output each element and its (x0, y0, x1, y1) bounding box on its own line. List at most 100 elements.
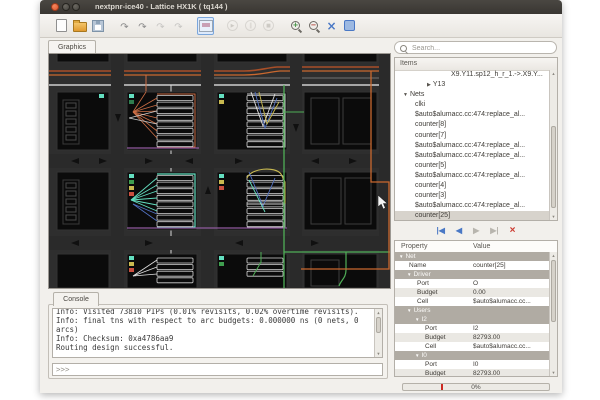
console-scrollbar[interactable]: ▲ ▼ (374, 309, 382, 357)
assign-budget-icon (138, 17, 146, 35)
minimize-button[interactable] (62, 3, 70, 11)
titlebar[interactable]: nextpnr-ice40 - Lattice HX1K ( tq144 ) (40, 0, 562, 14)
item-label: X9.Y11.sp12_h_r_1.->.X9.Y... (451, 71, 543, 78)
property-row[interactable]: Cell$auto$alumacc.cc... (395, 342, 549, 351)
item-label: Nets (410, 91, 424, 98)
new-file-icon (56, 19, 67, 32)
property-row[interactable]: Budget82793.00 (395, 333, 549, 342)
pack-button[interactable] (116, 17, 133, 35)
item-label: clki (415, 101, 425, 108)
property-panel: Property Value ▼NetNamecounter[25]▼Drive… (394, 240, 558, 377)
scroll-up-icon[interactable]: ▲ (375, 309, 382, 316)
property-value: $auto$alumacc.cc... (473, 297, 547, 306)
items-tree-row[interactable]: $auto$alumacc.cc:474:replace_al... (395, 201, 549, 211)
expand-arrow-icon[interactable]: ▼ (407, 308, 411, 313)
property-scrollbar[interactable]: ▲ ▼ (549, 252, 557, 376)
items-tree-row[interactable]: $auto$alumacc.cc:474:replace_al... (395, 141, 549, 151)
stop-icon (263, 20, 274, 31)
group-label: I0 (421, 352, 426, 359)
fpga-canvas[interactable] (48, 53, 391, 289)
items-tree-row[interactable]: $auto$alumacc.cc:474:replace_al... (395, 110, 549, 120)
items-tree-row[interactable]: counter[5] (395, 161, 549, 171)
clear-selection-button[interactable]: × (510, 224, 516, 237)
close-button[interactable] (51, 3, 59, 11)
item-label: counter[7] (415, 132, 446, 139)
screenshot-icon (199, 20, 213, 32)
property-row[interactable]: PortI2 (395, 324, 549, 333)
place-button (152, 17, 169, 35)
item-label: counter[25] (415, 212, 450, 219)
scroll-down-icon[interactable]: ▼ (550, 369, 557, 376)
items-tree-row[interactable]: $auto$alumacc.cc:474:replace_al... (395, 151, 549, 161)
property-group-row[interactable]: ▼Driver (395, 270, 549, 279)
zoom-outbound-icon (344, 20, 355, 31)
items-tree-row[interactable]: ▼Nets (395, 90, 549, 100)
route-icon (174, 17, 182, 35)
items-tree-row[interactable]: counter[25] (395, 211, 549, 220)
assign-budget-button[interactable] (134, 17, 151, 35)
items-tree-row[interactable]: counter[3] (395, 191, 549, 201)
first-item-button[interactable]: |◀ (437, 224, 445, 237)
items-tree-row[interactable]: ▶Y13 (395, 80, 549, 90)
item-label: counter[8] (415, 121, 446, 128)
item-label: $auto$alumacc.cc:474:replace_al... (415, 172, 525, 179)
prev-item-button[interactable]: ◀ (456, 224, 462, 237)
tab-graphics[interactable]: Graphics (48, 40, 96, 54)
zoom-out-button[interactable] (305, 17, 322, 35)
zoom-in-button[interactable] (287, 17, 304, 35)
open-icon (73, 22, 87, 32)
open-button[interactable] (71, 17, 88, 35)
items-tree-row[interactable]: counter[7] (395, 131, 549, 141)
item-label: counter[3] (415, 192, 446, 199)
expand-arrow-icon[interactable]: ▼ (415, 353, 419, 358)
main-window: nextpnr-ice40 - Lattice HX1K ( tq144 ) G… (40, 0, 562, 393)
property-row[interactable]: Cell$auto$alumacc.cc... (395, 297, 549, 306)
property-group-row[interactable]: ▼Users (395, 306, 549, 315)
collapse-arrow-icon[interactable]: ▶ (427, 82, 431, 88)
items-scrollbar[interactable]: ▲ ▼ (549, 70, 557, 220)
property-row[interactable]: Budget82793.00 (395, 369, 549, 376)
scroll-up-icon[interactable]: ▲ (550, 252, 557, 259)
play-icon (227, 20, 238, 31)
new-file-button[interactable] (53, 17, 70, 35)
property-table[interactable]: ▼NetNamecounter[25]▼DriverPortOBudget0.0… (395, 252, 549, 376)
zoom-outbound-button[interactable] (341, 17, 358, 35)
expand-arrow-icon[interactable]: ▼ (399, 254, 403, 259)
expand-arrow-icon[interactable]: ▼ (403, 92, 408, 98)
expand-arrow-icon[interactable]: ▼ (415, 317, 419, 322)
property-group-row[interactable]: ▼Net (395, 252, 549, 261)
items-tree-row[interactable]: counter[4] (395, 181, 549, 191)
items-tree[interactable]: X9.Y11.sp12_h_r_1.->.X9.Y...▶Y13▼Netsclk… (395, 70, 549, 220)
property-group-row[interactable]: ▼I0 (395, 351, 549, 360)
group-label: I2 (421, 316, 426, 323)
items-tree-row[interactable]: counter[8] (395, 120, 549, 130)
value-column-label: Value (473, 241, 490, 252)
maximize-button[interactable] (72, 3, 80, 11)
property-row[interactable]: PortI0 (395, 360, 549, 369)
property-row[interactable]: Namecounter[25] (395, 261, 549, 270)
next-item-button[interactable]: ▶ (473, 224, 479, 237)
console-log[interactable]: Info: Visited 73810 PIPs (0.01% revisits… (52, 308, 383, 358)
property-column-label: Property (401, 241, 427, 252)
expand-arrow-icon[interactable]: ▼ (407, 272, 411, 277)
scroll-up-icon[interactable]: ▲ (550, 70, 557, 77)
toolbar (40, 14, 562, 38)
save-button[interactable] (89, 17, 106, 35)
property-group-row[interactable]: ▼I2 (395, 315, 549, 324)
play-button (224, 17, 241, 35)
items-tree-row[interactable]: X9.Y11.sp12_h_r_1.->.X9.Y... (395, 70, 549, 80)
scroll-down-icon[interactable]: ▼ (550, 213, 557, 220)
console-prompt-input[interactable]: >>> (52, 363, 383, 376)
items-tree-row[interactable]: clki (395, 100, 549, 110)
search-input[interactable] (410, 42, 554, 55)
last-item-button[interactable]: ▶| (490, 224, 498, 237)
scroll-down-icon[interactable]: ▼ (375, 350, 382, 357)
screenshot-button[interactable] (197, 17, 214, 35)
item-label: $auto$alumacc.cc:474:replace_al... (415, 142, 525, 149)
property-row[interactable]: PortO (395, 279, 549, 288)
tab-console[interactable]: Console (53, 292, 99, 306)
property-row[interactable]: Budget0.00 (395, 288, 549, 297)
property-value: counter[25] (473, 261, 547, 270)
zoom-selection-button[interactable] (323, 17, 340, 35)
items-tree-row[interactable]: $auto$alumacc.cc:474:replace_al... (395, 171, 549, 181)
